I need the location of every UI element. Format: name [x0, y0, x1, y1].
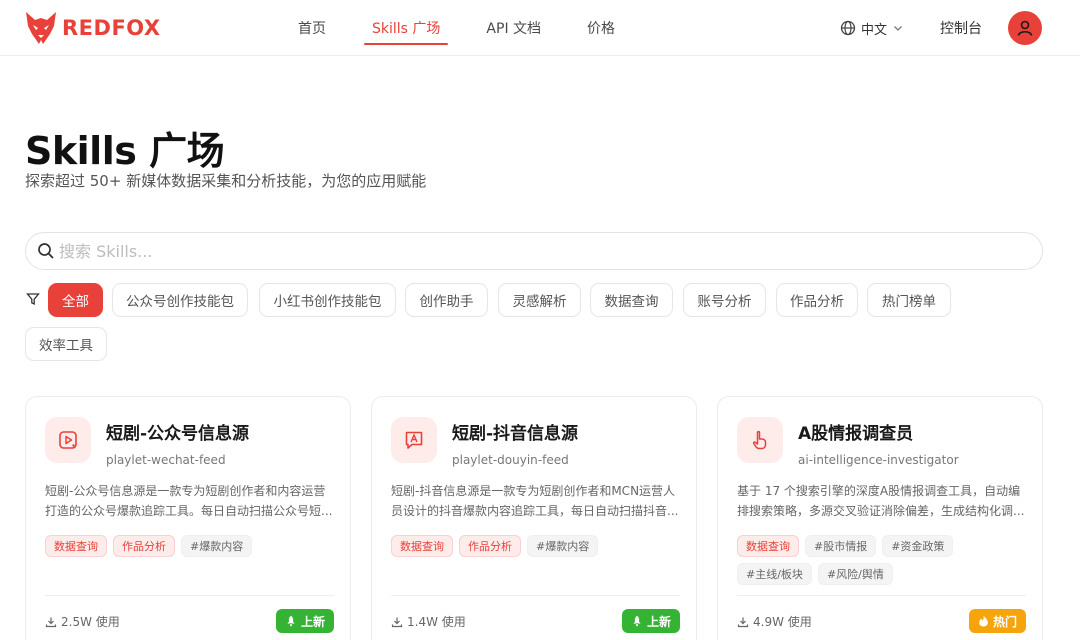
card-icon-box — [737, 417, 783, 463]
status-badge: 上新 — [621, 609, 680, 633]
card-slug: playlet-douyin-feed — [452, 453, 569, 467]
language-label: 中文 — [861, 22, 888, 38]
rocket-icon — [287, 615, 295, 627]
card-slug: playlet-wechat-feed — [106, 453, 226, 467]
usage-count: 1.4W 使用 — [391, 613, 466, 630]
card-tag[interactable]: #资金政策 — [882, 535, 954, 557]
card-description: 短剧-公众号信息源是一款专为短剧创作者和内容运营打造的公众号爆款追踪工具。每日自… — [45, 484, 333, 518]
card-icon-box — [45, 417, 91, 463]
download-icon — [391, 617, 403, 627]
card-description: 短剧-抖音信息源是一款专为短剧创作者和MCN运营人员设计的抖音爆款内容追踪工具，… — [391, 484, 679, 518]
pointer-icon — [752, 430, 767, 450]
globe-icon — [840, 20, 856, 36]
chevron-down-icon — [894, 26, 902, 31]
card-divider — [737, 595, 1026, 596]
play-icon — [59, 431, 77, 449]
badge-label: 热门 — [992, 614, 1017, 629]
usage-count: 4.9W 使用 — [737, 613, 812, 630]
card-tag[interactable]: 数据查询 — [391, 535, 453, 557]
card-tags: 数据查询 #股市情报 #资金政策 #主线/板块 #风险/舆情 — [737, 535, 1027, 585]
search-bar — [25, 232, 1043, 270]
filter-chip-hot-list[interactable]: 热门榜单 — [867, 283, 951, 317]
card-tag[interactable]: 数据查询 — [737, 535, 799, 557]
page-subtitle: 探索超过 50+ 新媒体数据采集和分析技能，为您的应用赋能 — [25, 172, 427, 190]
main-nav: 首页 Skills 广场 API 文档 价格 — [280, 0, 623, 56]
card-tag[interactable]: #股市情报 — [805, 535, 877, 557]
skill-card[interactable]: 短剧-公众号信息源 playlet-wechat-feed 短剧-公众号信息源是… — [25, 396, 351, 640]
nav-api-docs[interactable]: API 文档 — [478, 0, 549, 56]
nav-skills-plaza[interactable]: Skills 广场 — [364, 0, 449, 56]
nav-pricing[interactable]: 价格 — [579, 0, 623, 56]
badge-label: 上新 — [300, 614, 325, 629]
fox-logo-icon — [26, 12, 56, 44]
card-title: 短剧-公众号信息源 — [106, 424, 250, 444]
flame-icon — [979, 615, 988, 627]
card-tags: 数据查询 作品分析 #爆款内容 — [391, 535, 681, 557]
card-tags: 数据查询 作品分析 #爆款内容 — [45, 535, 335, 557]
top-navbar: REDFOX 首页 Skills 广场 API 文档 价格 中文 控制台 — [0, 0, 1080, 56]
card-tag[interactable]: 作品分析 — [113, 535, 175, 557]
search-icon — [38, 243, 54, 259]
usage-label: 1.4W 使用 — [407, 615, 466, 629]
filter-chip-xiaohongshu-pack[interactable]: 小红书创作技能包 — [259, 283, 396, 317]
usage-count: 2.5W 使用 — [45, 613, 120, 630]
nav-home[interactable]: 首页 — [290, 0, 334, 56]
card-tag[interactable]: 数据查询 — [45, 535, 107, 557]
card-slug: ai-intelligence-investigator — [798, 453, 959, 467]
filter-chip-account-analysis[interactable]: 账号分析 — [683, 283, 766, 317]
filter-chip-data-query[interactable]: 数据查询 — [590, 283, 673, 317]
search-input[interactable] — [59, 236, 1019, 266]
card-tag[interactable]: 作品分析 — [459, 535, 521, 557]
filter-chip-inspiration[interactable]: 灵感解析 — [498, 283, 581, 317]
skill-card[interactable]: 短剧-抖音信息源 playlet-douyin-feed 短剧-抖音信息源是一款… — [371, 396, 697, 640]
card-title: 短剧-抖音信息源 — [452, 424, 579, 444]
download-icon — [45, 617, 57, 627]
filter-icon — [26, 293, 40, 306]
text-a-icon — [405, 431, 423, 449]
filter-chip-wechat-pack[interactable]: 公众号创作技能包 — [112, 283, 248, 317]
status-badge: 热门 — [968, 609, 1026, 633]
download-icon — [737, 617, 749, 627]
filter-chip-creation-assistant[interactable]: 创作助手 — [405, 283, 488, 317]
rocket-icon — [633, 615, 641, 627]
user-icon — [1017, 20, 1033, 36]
card-tag[interactable]: #爆款内容 — [181, 535, 253, 557]
card-title: A股情报调查员 — [798, 424, 914, 444]
card-description: 基于 17 个搜索引擎的深度A股情报调查工具，自动编排搜索策略，多源交叉验证消除… — [737, 484, 1025, 518]
usage-label: 2.5W 使用 — [61, 615, 120, 629]
page-title: Skills 广场 — [25, 129, 225, 173]
language-selector[interactable]: 中文 — [840, 14, 904, 42]
brand-logo[interactable]: REDFOX — [24, 9, 161, 47]
card-divider — [391, 595, 680, 596]
card-divider — [45, 595, 334, 596]
status-badge: 上新 — [275, 609, 334, 633]
card-icon-box — [391, 417, 437, 463]
brand-name: REDFOX — [62, 16, 161, 40]
filter-chip-all[interactable]: 全部 — [48, 283, 103, 317]
card-tag[interactable]: #主线/板块 — [737, 563, 812, 585]
card-tag[interactable]: #爆款内容 — [527, 535, 599, 557]
usage-label: 4.9W 使用 — [753, 615, 812, 629]
filter-chip-efficiency-tools[interactable]: 效率工具 — [25, 327, 107, 361]
skill-card[interactable]: A股情报调查员 ai-intelligence-investigator 基于 … — [717, 396, 1043, 640]
badge-label: 上新 — [646, 614, 671, 629]
user-avatar[interactable] — [1008, 11, 1042, 45]
card-tag[interactable]: #风险/舆情 — [817, 563, 893, 585]
filter-chip-work-analysis[interactable]: 作品分析 — [776, 283, 858, 317]
console-link[interactable]: 控制台 — [940, 14, 982, 42]
